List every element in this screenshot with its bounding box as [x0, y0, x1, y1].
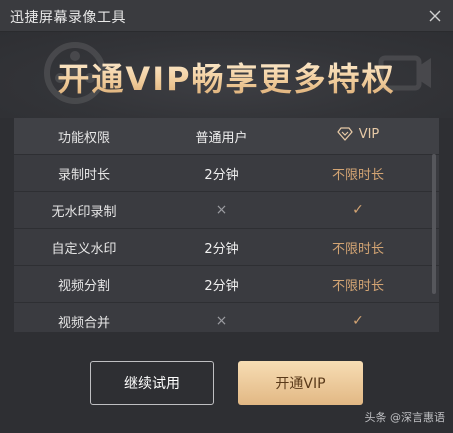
- window-title: 迅捷屏幕录像工具: [10, 10, 126, 26]
- row-normal-value: ×: [154, 313, 289, 329]
- check-icon: ✓: [352, 202, 364, 218]
- cross-icon: ×: [215, 313, 228, 329]
- privilege-table: 功能权限 普通用户 VIP 录制时长 2分钟 不限时长 无水印录制 × ✓ 自定…: [14, 118, 439, 332]
- table-row: 录制时长 2分钟 不限时长: [14, 155, 439, 192]
- check-icon: ✓: [352, 313, 364, 329]
- table-row: 视频分割 2分钟 不限时长: [14, 266, 439, 303]
- row-vip-value: ✓: [289, 313, 427, 329]
- diamond-icon: [337, 127, 353, 141]
- table-row: 自定义水印 2分钟 不限时长: [14, 229, 439, 266]
- table-header-row: 功能权限 普通用户 VIP: [14, 118, 439, 155]
- table-scrollbar[interactable]: [432, 154, 436, 294]
- row-feature: 视频分割: [57, 278, 110, 294]
- row-vip-value: 不限时长: [331, 278, 384, 294]
- row-vip-value: ✓: [289, 202, 427, 218]
- table-row: 无水印录制 × ✓: [14, 192, 439, 229]
- row-normal-value: 2分钟: [204, 167, 239, 183]
- vip-headline: 开通VIP畅享更多特权: [0, 54, 453, 100]
- header-vip: VIP: [289, 127, 427, 146]
- table-row: 视频合并 × ✓: [14, 303, 439, 332]
- titlebar: 迅捷屏幕录像工具: [0, 0, 453, 32]
- cross-icon: ×: [215, 202, 228, 218]
- open-vip-button[interactable]: 开通VIP: [238, 361, 363, 405]
- vip-dialog: 迅捷屏幕录像工具 开通VIP畅享更多特权 功能权限 普通用户 VIP 录制时长 …: [0, 0, 453, 433]
- row-vip-value: 不限时长: [331, 241, 384, 257]
- row-feature: 自定义水印: [51, 241, 117, 257]
- row-normal-value: 2分钟: [204, 241, 239, 257]
- header-vip-label: VIP: [358, 126, 380, 142]
- close-icon: [429, 10, 441, 22]
- row-normal-value: ×: [154, 202, 289, 218]
- row-feature: 录制时长: [57, 167, 110, 183]
- header-normal-user: 普通用户: [195, 130, 248, 146]
- close-button[interactable]: [425, 6, 445, 26]
- row-vip-value: 不限时长: [331, 167, 384, 183]
- row-normal-value: 2分钟: [204, 278, 239, 294]
- watermark-text: 头条 @深言惠语: [364, 411, 446, 424]
- row-feature: 无水印录制: [51, 204, 117, 220]
- header-feature: 功能权限: [57, 130, 110, 146]
- row-feature: 视频合并: [57, 315, 110, 331]
- vip-banner: 开通VIP畅享更多特权: [0, 32, 453, 118]
- continue-trial-button[interactable]: 继续试用: [90, 361, 214, 405]
